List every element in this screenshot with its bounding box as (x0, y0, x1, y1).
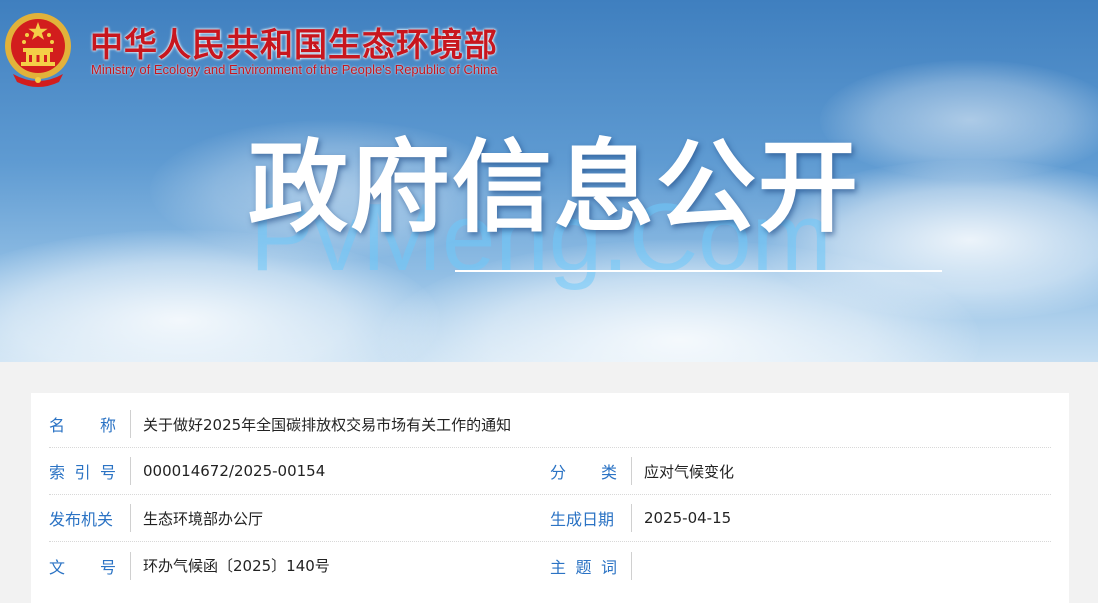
docno-cell: 文 号 环办气候函〔2025〕140号 (49, 542, 550, 589)
index-label: 索 引 号 (49, 457, 131, 485)
docno-label: 文 号 (49, 551, 131, 580)
keywords-label: 主 题 词 (550, 551, 632, 580)
cloud-decoration (820, 60, 1098, 180)
banner-divider (455, 270, 942, 272)
site-title[interactable]: 中华人民共和国生态环境部 (90, 18, 498, 66)
index-cell: 索 引 号 000014672/2025-00154 (49, 448, 550, 494)
header-banner: 中华人民共和国生态环境部 Ministry of Ecology and Env… (0, 0, 1098, 362)
banner-title: 政府信息公开 (248, 129, 860, 246)
issuer-label: 发布机关 (49, 504, 131, 532)
index-value: 000014672/2025-00154 (143, 462, 326, 480)
date-value: 2025-04-15 (644, 509, 732, 527)
document-info-table: 名 称 关于做好2025年全国碳排放权交易市场有关工作的通知 索 引 号 000… (31, 393, 1069, 603)
name-label: 名 称 (49, 410, 131, 438)
category-value: 应对气候变化 (644, 462, 735, 481)
category-cell: 分 类 应对气候变化 (550, 448, 1051, 494)
name-cell: 名 称 关于做好2025年全国碳排放权交易市场有关工作的通知 (49, 401, 1051, 447)
keywords-cell: 主 题 词 (550, 542, 1051, 589)
docno-value: 环办气候函〔2025〕140号 (143, 557, 330, 575)
info-row-name: 名 称 关于做好2025年全国碳排放权交易市场有关工作的通知 (49, 401, 1051, 448)
issuer-value: 生态环境部办公厅 (143, 509, 264, 528)
name-value: 关于做好2025年全国碳排放权交易市场有关工作的通知 (143, 415, 512, 434)
issuer-cell: 发布机关 生态环境部办公厅 (49, 495, 550, 541)
category-label: 分 类 (550, 457, 632, 485)
info-row-docno: 文 号 环办气候函〔2025〕140号 主 题 词 (49, 542, 1051, 589)
info-row-issuer: 发布机关 生态环境部办公厅 生成日期 2025-04-15 (49, 495, 1051, 542)
date-cell: 生成日期 2025-04-15 (550, 495, 1051, 541)
date-label: 生成日期 (550, 504, 632, 532)
site-subtitle[interactable]: Ministry of Ecology and Environment of t… (91, 62, 497, 77)
info-row-index: 索 引 号 000014672/2025-00154 分 类 应对气候变化 (49, 448, 1051, 495)
national-emblem-icon[interactable] (3, 8, 73, 88)
